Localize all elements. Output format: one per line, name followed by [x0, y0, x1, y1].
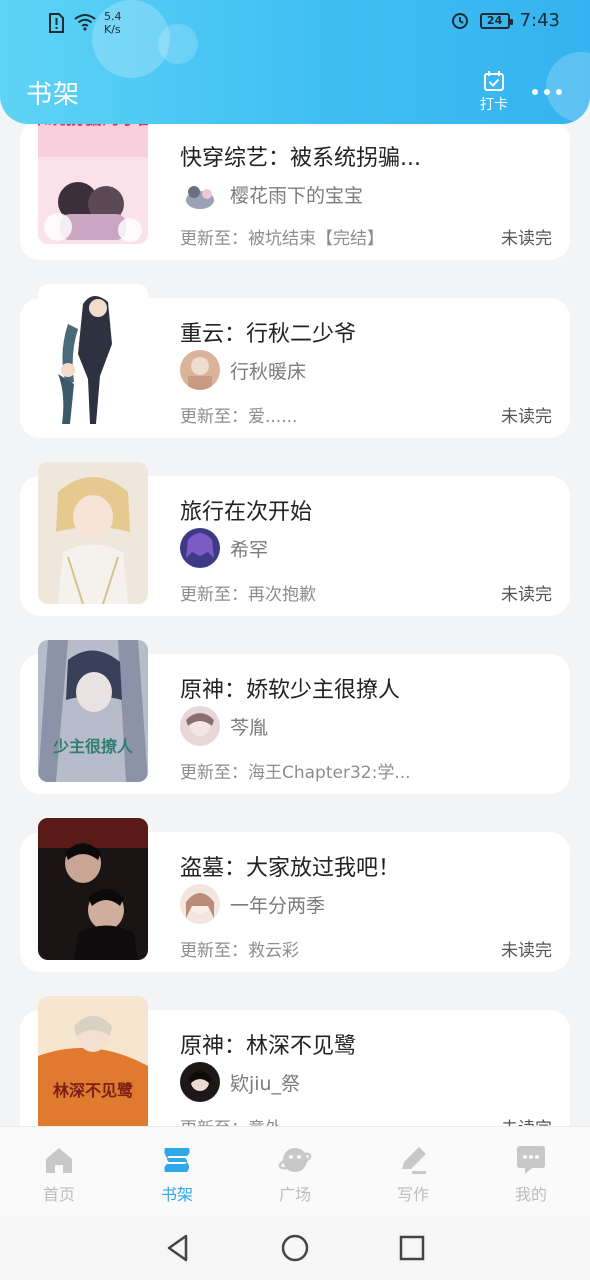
tab-plaza[interactable]: 广场 [236, 1127, 354, 1216]
author-name: 希罕 [230, 538, 269, 561]
latest-chapter: 更新至：意外 [180, 1114, 282, 1126]
sim-alert-icon [48, 13, 66, 33]
cover-art [38, 284, 148, 426]
book-cover[interactable] [38, 462, 148, 604]
svg-text:少主很撩人: 少主很撩人 [52, 737, 134, 756]
home-circle-icon[interactable] [280, 1233, 310, 1263]
author-avatar[interactable] [180, 706, 220, 746]
author-row: 芩胤 [180, 706, 268, 746]
book-title: 旅行在次开始 [180, 500, 313, 525]
back-icon[interactable] [164, 1233, 192, 1263]
author-name: 一年分两季 [230, 894, 326, 917]
book-card[interactable]: 旅行在次开始 希罕 更新至：再次抱歉 未读完 [20, 462, 570, 616]
author-row: 欵jiu_祭 [180, 1062, 300, 1102]
bookshelf-list[interactable]: 被系统拐骗的小团宠 快穿综艺：被系统拐骗... 樱花雨下的宝宝 更新至：被坑结束… [0, 0, 590, 1126]
book-card[interactable]: 盗墓：大家放过我吧！ 一年分两季 更新至：救云彩 未读完 [20, 818, 570, 972]
tab-bookshelf[interactable]: 书架 [118, 1127, 236, 1216]
checkin-button[interactable]: 打卡 [474, 70, 514, 114]
cover-art: 林深不见鹭 [38, 996, 148, 1126]
author-name: 行秋暖床 [230, 360, 307, 383]
tab-write[interactable]: 写作 [354, 1127, 472, 1216]
read-status: 未读完 [501, 1114, 552, 1126]
book-cover[interactable]: 少主很撩人 [38, 640, 148, 782]
author-row: 行秋暖床 [180, 350, 306, 390]
svg-text:林深不见鹭: 林深不见鹭 [53, 1081, 134, 1100]
calendar-check-icon [484, 71, 504, 91]
chat-bubble-icon [517, 1146, 545, 1174]
status-bar: 5.4 K/s 24 7:43 [0, 0, 590, 46]
clock: 7:43 [519, 10, 560, 31]
book-title: 原神：娇软少主很撩人 [180, 678, 401, 703]
battery-indicator: 24 [479, 12, 513, 29]
tab-label: 广场 [278, 1185, 311, 1204]
author-row: 一年分两季 [180, 884, 325, 924]
checkin-label: 打卡 [480, 97, 508, 113]
book-title: 重云：行秋二少爷 [180, 322, 357, 347]
author-avatar[interactable] [180, 174, 220, 214]
bottom-nav: 首页 书架 广场 写作 我的 [0, 1126, 590, 1216]
author-row: 樱花雨下的宝宝 [180, 174, 363, 214]
author-name: 樱花雨下的宝宝 [230, 184, 364, 207]
author-row: 希罕 [180, 528, 268, 568]
book-card[interactable]: 重云：行秋二少爷 行秋暖床 更新至：爱...... 未读完 [20, 284, 570, 438]
app-header: 5.4 K/s 24 7:43 书架 打卡 [0, 0, 590, 124]
system-nav-bar [0, 1216, 590, 1280]
book-title: 原神：林深不见鹭 [180, 1034, 357, 1059]
book-cover[interactable]: 林深不见鹭 [38, 996, 148, 1126]
book-title: 盗墓：大家放过我吧！ [180, 856, 401, 881]
read-status: 未读完 [501, 585, 552, 605]
page-title: 书架 [26, 80, 81, 110]
alarm-icon [450, 11, 470, 31]
latest-chapter: 更新至：再次抱歉 [180, 585, 316, 605]
book-card[interactable]: 少主很撩人 原神：娇软少主很撩人 芩胤 更新至：海王Chapter32:学... [20, 640, 570, 794]
home-icon [46, 1148, 72, 1173]
planet-icon [278, 1148, 312, 1172]
tab-label: 写作 [396, 1185, 429, 1204]
book-cover[interactable] [38, 284, 148, 426]
book-card[interactable]: 被系统拐骗的小团宠 快穿综艺：被系统拐骗... 樱花雨下的宝宝 更新至：被坑结束… [20, 102, 570, 260]
author-avatar[interactable] [180, 1062, 220, 1102]
tab-mine[interactable]: 我的 [472, 1127, 590, 1216]
read-status: 未读完 [501, 229, 552, 249]
cover-art: 少主很撩人 [38, 640, 148, 782]
cover-art [38, 462, 148, 604]
book-card[interactable]: 林深不见鹭 原神：林深不见鹭 欵jiu_祭 更新至：意外 未读完 [20, 996, 570, 1126]
author-name: 芩胤 [230, 716, 269, 739]
latest-chapter: 更新至：救云彩 [180, 941, 299, 961]
more-options-icon[interactable] [532, 82, 568, 102]
latest-chapter: 更新至：爱...... [180, 407, 298, 427]
cover-art [38, 818, 148, 960]
tab-home[interactable]: 首页 [0, 1127, 118, 1216]
read-status: 未读完 [501, 407, 552, 427]
tab-label: 我的 [514, 1185, 547, 1204]
tab-label: 首页 [42, 1185, 75, 1204]
tab-label: 书架 [160, 1185, 193, 1204]
read-status: 未读完 [501, 941, 552, 961]
author-avatar[interactable] [180, 350, 220, 390]
latest-chapter: 更新至：海王Chapter32:学... [180, 763, 411, 783]
wifi-icon [74, 13, 96, 33]
author-avatar[interactable] [180, 528, 220, 568]
recents-icon[interactable] [398, 1234, 426, 1262]
bookshelf-icon [164, 1148, 190, 1172]
author-avatar[interactable] [180, 884, 220, 924]
book-title: 快穿综艺：被系统拐骗... [180, 146, 421, 171]
pen-icon [402, 1147, 426, 1174]
latest-chapter: 更新至：被坑结束【完结】 [180, 229, 384, 249]
author-name: 欵jiu_祭 [230, 1072, 301, 1095]
network-speed: 5.4 K/s [104, 10, 122, 36]
book-cover[interactable] [38, 818, 148, 960]
